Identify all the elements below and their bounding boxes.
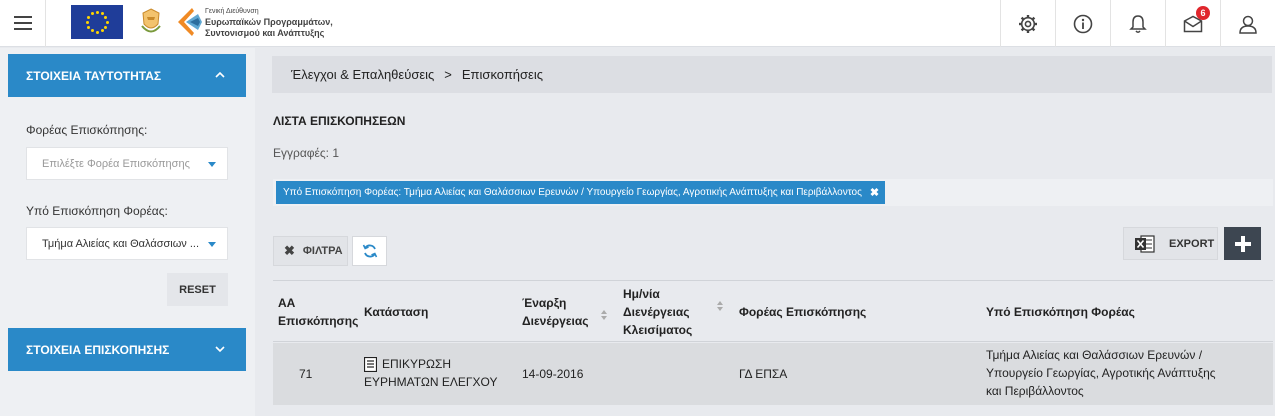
settings-button[interactable] [1000, 0, 1055, 47]
column-header-close-line1: Ημ/νία [623, 287, 660, 301]
eu-star-icon [104, 25, 108, 29]
cell-start: 14-09-2016 [522, 367, 584, 381]
column-header-start-line1: Έναρξη [522, 296, 567, 310]
eu-star-icon [100, 29, 104, 33]
export-button[interactable]: EXPORT [1123, 227, 1218, 260]
column-header-agency[interactable]: Φορέας Επισκόπησης [739, 303, 866, 321]
review-panel-header[interactable]: ΣΤΟΙΧΕΙΑ ΕΠΙΣΚΟΠΗΣΗΣ [8, 328, 246, 371]
agency-select-placeholder: Επιλέξτε Φορέα Επισκόπησης [42, 157, 190, 170]
identity-panel-title: ΣΤΟΙΧΕΙΑ ΤΑΥΤΟΤΗΤΑΣ [26, 68, 162, 83]
eu-star-icon [95, 30, 99, 34]
column-header-start-line2: Διενέργειας [522, 314, 589, 328]
table-row[interactable]: 71 ΕΠΙΚΥΡΩΣΗ ΕΥΡΗΜΑΤΩΝ ΕΛΕΓΧΟΥ 14-09-201… [273, 343, 1273, 405]
breadcrumb-item-checks[interactable]: Έλεγχοι & Επαληθεύσεις [291, 67, 434, 82]
eu-star-icon [105, 20, 109, 24]
filters-button[interactable]: ✖ ΦΙΛΤΡΑ [273, 236, 348, 266]
document-icon [364, 356, 377, 372]
table-header: ΑΑ Επισκόπησης Κατάσταση Έναρξη Διενέργε… [273, 280, 1273, 342]
add-button[interactable] [1224, 227, 1261, 260]
column-header-close-line2: Διενέργειας [623, 305, 690, 319]
notifications-badge: 6 [1196, 6, 1210, 20]
refresh-icon [362, 244, 377, 258]
reviewed-agency-select[interactable]: Τμήμα Αλιείας και Θαλάσσιων ... [26, 227, 228, 260]
reviewed-agency-select-value: Τμήμα Αλιείας και Θαλάσσιων ... [42, 237, 200, 250]
breadcrumb-separator: > [444, 67, 452, 82]
review-panel-title: ΣΤΟΙΧΕΙΑ ΕΠΙΣΚΟΠΗΣΗΣ [26, 342, 170, 357]
eu-star-icon [95, 10, 99, 14]
reviewed-agency-field-label: Υπό Επισκόπηση Φορέας: [26, 204, 168, 218]
column-header-status[interactable]: Κατάσταση [364, 303, 428, 321]
close-icon[interactable]: ✖ [870, 186, 879, 199]
agency-select[interactable]: Επιλέξτε Φορέα Επισκόπησης [26, 147, 228, 180]
filters-button-label: ΦΙΛΤΡΑ [302, 245, 343, 257]
eu-star-icon [85, 20, 89, 24]
column-header-aa-line1: ΑΑ [278, 296, 296, 310]
column-header-reviewed[interactable]: Υπό Επισκόπηση Φορέας [986, 303, 1135, 321]
cell-status-line2: ΕΥΡΗΜΑΤΩΝ ΕΛΕΓΧΟΥ [364, 375, 498, 389]
cell-reviewed-line2: Υπουργείο Γεωργίας, Αγροτικής Ανάπτυξης [986, 366, 1216, 380]
sidebar: ΣΤΟΙΧΕΙΑ ΤΑΥΤΟΤΗΤΑΣ Φορέας Επισκόπησης: … [0, 48, 255, 416]
refresh-button[interactable] [352, 236, 387, 266]
page-title: ΛΙΣΤΑ ΕΠΙΣΚΟΠΗΣΕΩΝ [273, 114, 406, 128]
reset-button[interactable]: RESET [167, 273, 228, 306]
eu-star-icon [86, 25, 90, 29]
eu-star-icon [104, 15, 108, 19]
main-content: Έλεγχοι & Επαληθεύσεις > Επισκοπήσεις ΛΙ… [256, 48, 1275, 416]
cell-status-line1: ΕΠΙΚΥΡΩΣΗ [382, 357, 452, 371]
notifications-button[interactable] [1110, 0, 1165, 47]
export-button-label: EXPORT [1169, 237, 1215, 250]
bell-icon [1129, 14, 1147, 33]
cyprus-emblem-logo [141, 8, 161, 33]
gd-logo: Γενική Διεύθυνση Ευρωπαϊκών Προγραμμάτων… [176, 3, 336, 43]
chevron-down-icon [215, 346, 225, 353]
eu-star-icon [90, 29, 94, 33]
eu-star-icon [90, 11, 94, 15]
menu-icon[interactable] [0, 0, 46, 47]
cell-reviewed-line3: και Περιβάλλοντος [986, 384, 1084, 398]
breadcrumb: Έλεγχοι & Επαληθεύσεις > Επισκοπήσεις [272, 56, 1272, 93]
logo-text-small: Γενική Διεύθυνση [205, 8, 259, 15]
breadcrumb-item-reviews: Επισκοπήσεις [461, 67, 544, 82]
column-header-close-date[interactable]: Ημ/νία Διενέργειας Κλεισίματος [623, 285, 692, 339]
top-bar: Γενική Διεύθυνση Ευρωπαϊκών Προγραμμάτων… [0, 0, 1275, 47]
column-header-aa-line2: Επισκόπησης [278, 314, 359, 328]
cell-status: ΕΠΙΚΥΡΩΣΗ ΕΥΡΗΜΑΤΩΝ ΕΛΕΓΧΟΥ [364, 355, 497, 391]
logo-text-line1: Ευρωπαϊκών Προγραμμάτων, [205, 17, 333, 27]
column-header-close-line3: Κλεισίματος [623, 323, 693, 337]
records-count: Εγγραφές: 1 [273, 146, 340, 160]
column-header-aa[interactable]: ΑΑ Επισκόπησης [278, 294, 358, 330]
filter-chip-label: Υπό Επισκόπηση Φορέας: Τμήμα Αλιείας και… [283, 187, 862, 198]
cell-aa: 71 [299, 367, 313, 381]
info-button[interactable] [1055, 0, 1110, 47]
excel-icon [1135, 234, 1155, 253]
chevron-up-icon [215, 71, 225, 78]
identity-panel-header[interactable]: ΣΤΟΙΧΕΙΑ ΤΑΥΤΟΤΗΤΑΣ [8, 54, 246, 97]
cell-reviewed: Τμήμα Αλιείας και Θαλάσσιων Ερευνών / Υπ… [986, 346, 1216, 400]
clear-filters-icon: ✖ [284, 243, 295, 258]
logo-text-line2: Συντονισμού και Ανάπτυξης [205, 28, 325, 38]
filter-chip: Υπό Επισκόπηση Φορέας: Τμήμα Αλιείας και… [276, 181, 886, 204]
info-icon [1073, 14, 1093, 33]
caret-down-icon [208, 242, 216, 247]
messages-button[interactable]: 6 [1165, 0, 1220, 47]
user-button[interactable] [1220, 0, 1275, 47]
cell-agency: ΓΔ ΕΠΣΑ [739, 367, 788, 381]
active-filters-bar: Υπό Επισκόπηση Φορέας: Τμήμα Αλιείας και… [273, 179, 1273, 206]
agency-field-label: Φορέας Επισκόπησης: [26, 123, 148, 137]
user-icon [1239, 15, 1257, 34]
eu-flag-logo [71, 5, 123, 39]
gd-logo-mark-icon [178, 8, 202, 36]
eu-star-icon [86, 15, 90, 19]
cell-reviewed-line1: Τμήμα Αλιείας και Θαλάσσιων Ερευνών / [986, 348, 1203, 362]
column-header-start[interactable]: Έναρξη Διενέργειας [522, 294, 589, 330]
caret-down-icon [208, 162, 216, 167]
settings-icon [1019, 14, 1037, 33]
eu-star-icon [100, 11, 104, 15]
reviews-table: ΑΑ Επισκόπησης Κατάσταση Έναρξη Διενέργε… [273, 280, 1273, 405]
plus-icon [1234, 235, 1251, 252]
